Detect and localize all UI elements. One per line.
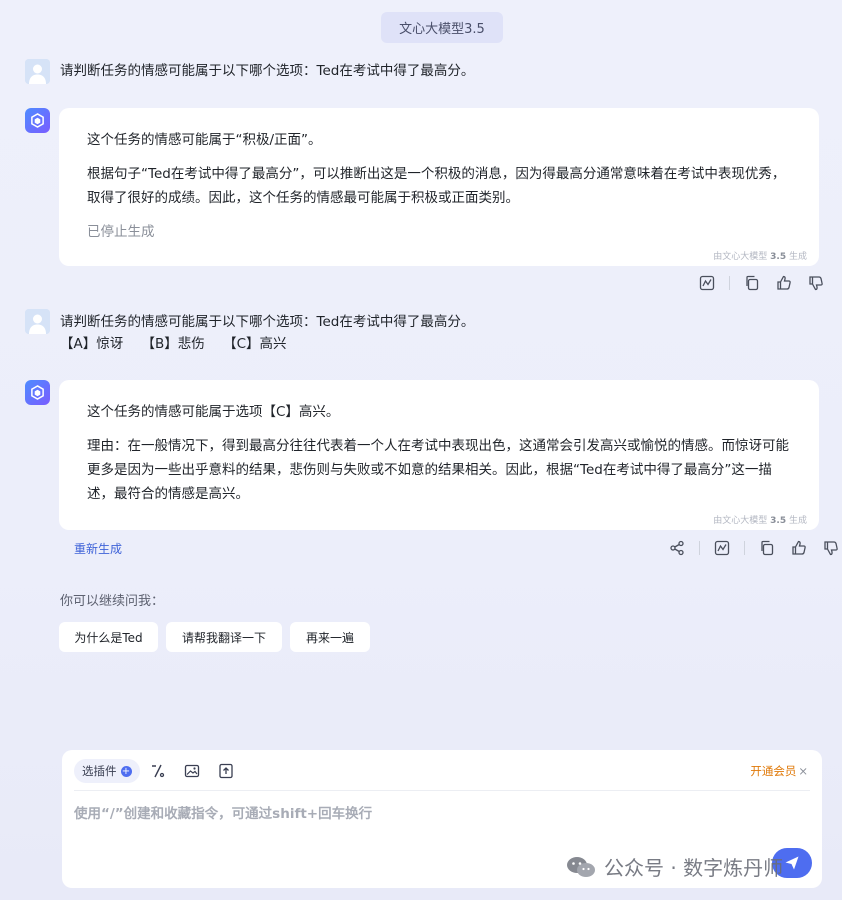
thumbs-up-icon[interactable]: [789, 538, 809, 558]
select-plugin-button[interactable]: 选插件 +: [74, 759, 140, 783]
upload-file-icon[interactable]: [218, 763, 234, 779]
plus-icon: +: [120, 765, 132, 777]
suggestion-chip[interactable]: 为什么是Ted: [59, 622, 158, 652]
assistant-message-card: 这个任务的情感可能属于“积极/正面”。 根据句子“Ted在考试中得了最高分”，可…: [59, 108, 819, 266]
copy-icon[interactable]: [742, 273, 762, 293]
message-actions: [697, 273, 826, 293]
thumbs-up-icon[interactable]: [774, 273, 794, 293]
share-icon[interactable]: [667, 538, 687, 558]
suggestion-chip[interactable]: 再来一遍: [290, 622, 370, 652]
bot-logo-icon: [31, 113, 44, 128]
wechat-icon: [567, 856, 595, 877]
assistant-paragraph: 根据句子“Ted在考试中得了最高分”，可以推断出这是一个积极的消息，因为得最高分…: [87, 166, 786, 206]
option-c: 【C】高兴: [223, 336, 287, 352]
vip-label: 开通会员: [750, 764, 797, 778]
assistant-paragraph: 这个任务的情感可能属于选项【C】高兴。: [87, 404, 340, 420]
watermark: 公众号 · 数字炼丹师: [566, 852, 783, 881]
user-avatar: [25, 309, 50, 334]
chart-icon[interactable]: [697, 273, 717, 293]
action-divider: [699, 541, 700, 555]
chart-icon[interactable]: [712, 538, 732, 558]
user-avatar: [25, 59, 50, 84]
message-actions: [667, 538, 841, 558]
action-divider: [729, 276, 730, 290]
assistant-paragraph: 这个任务的情感可能属于“积极/正面”。: [87, 132, 322, 148]
assistant-paragraph: 理由：在一般情况下，得到最高分往往代表着一个人在考试中表现出色，这通常会引发高兴…: [87, 438, 789, 502]
user-options: 【A】惊讶 【B】悲伤 【C】高兴: [60, 333, 474, 355]
thumbs-down-icon[interactable]: [806, 273, 826, 293]
suggestions-label: 你可以继续问我：: [60, 594, 165, 609]
image-icon[interactable]: [184, 763, 200, 779]
option-a: 【A】惊讶: [60, 336, 124, 352]
copy-icon[interactable]: [757, 538, 777, 558]
close-icon[interactable]: ×: [798, 764, 808, 778]
model-name-badge[interactable]: 文心大模型3.5: [381, 12, 503, 43]
suggestion-chip[interactable]: 请帮我翻译一下: [166, 622, 282, 652]
user-message: 请判断任务的情感可能属于以下哪个选项：Ted在考试中得了最高分。 【A】惊讶 【…: [60, 311, 474, 355]
composer-divider: [74, 790, 810, 791]
generated-by-tag: 由文心大模型 3.5 生成: [713, 516, 807, 526]
action-divider: [744, 541, 745, 555]
option-b: 【B】悲伤: [141, 336, 205, 352]
generated-by-tag: 由文心大模型 3.5 生成: [713, 252, 807, 262]
user-message: 请判断任务的情感可能属于以下哪个选项：Ted在考试中得了最高分。: [60, 60, 474, 82]
send-icon: [785, 856, 799, 870]
vip-promo[interactable]: 开通会员 ×: [750, 763, 808, 779]
bot-logo-icon: [31, 385, 44, 400]
assistant-message-card: 这个任务的情感可能属于选项【C】高兴。 理由：在一般情况下，得到最高分往往代表着…: [59, 380, 819, 530]
stopped-status: 已停止生成: [87, 224, 155, 240]
user-message-text: 请判断任务的情感可能属于以下哪个选项：Ted在考试中得了最高分。: [60, 314, 475, 330]
regenerate-link[interactable]: 重新生成: [74, 540, 122, 557]
plugin-label: 选插件: [82, 764, 117, 778]
bot-avatar: [25, 380, 50, 405]
command-slash-icon[interactable]: [150, 763, 166, 779]
watermark-text: 公众号 · 数字炼丹师: [604, 856, 784, 880]
message-input[interactable]: 使用“/”创建和收藏指令，可通过shift+回车换行: [74, 802, 372, 822]
user-message-text: 请判断任务的情感可能属于以下哪个选项：Ted在考试中得了最高分。: [60, 63, 475, 79]
thumbs-down-icon[interactable]: [821, 538, 841, 558]
bot-avatar: [25, 108, 50, 133]
